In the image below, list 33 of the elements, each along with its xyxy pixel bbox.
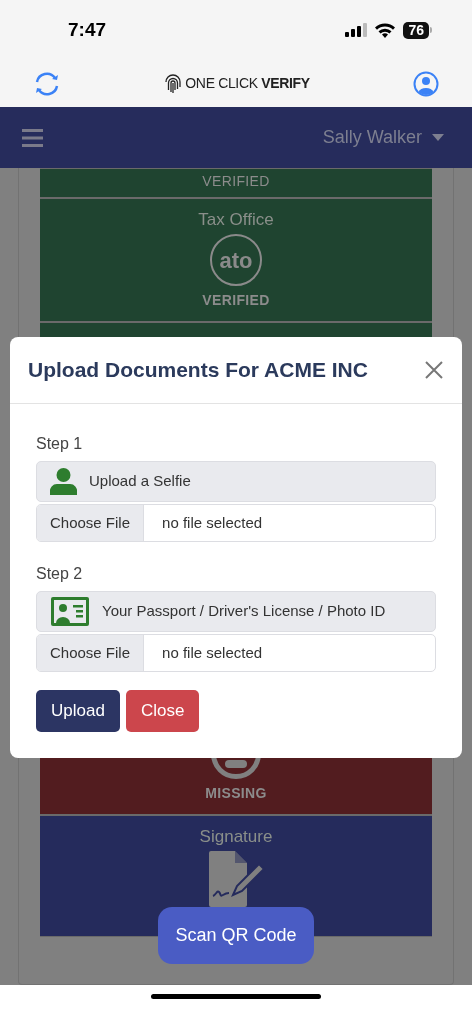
scan-qr-button[interactable]: Scan QR Code [158, 907, 314, 964]
choose-file-button[interactable]: Choose File [37, 505, 145, 541]
step-label: Step 1 [36, 434, 84, 454]
status-label: MISSING [205, 784, 267, 803]
file-status-text: no file selected [161, 512, 263, 533]
user-account-icon[interactable] [413, 70, 439, 97]
upload-prompt-text: Upload a Selfie [89, 471, 191, 492]
upload-prompt-text: Your Passport / Driver's License / Photo ID [102, 601, 386, 622]
caret-icon [432, 134, 444, 141]
ato-logo: ato [210, 234, 262, 286]
person-icon [50, 468, 77, 495]
close-icon[interactable] [424, 360, 444, 380]
card-title: Tax Office [198, 209, 274, 231]
battery-level: 76 [403, 21, 429, 39]
signal-icon [345, 23, 368, 37]
file-input[interactable]: Choose File no file selected [36, 634, 436, 672]
close-button[interactable]: Close [125, 690, 200, 732]
fingerprint-icon [164, 73, 183, 94]
modal-title: Upload Documents For ACME INC [28, 357, 368, 384]
card-title: Signature [199, 826, 273, 848]
status-label: VERIFIED [202, 291, 270, 310]
menu-icon[interactable] [22, 128, 43, 147]
file-status-text: no file selected [161, 642, 263, 663]
wifi-icon [375, 22, 396, 38]
id-card-icon [50, 596, 90, 627]
upload-button[interactable]: Upload [36, 690, 120, 732]
status-time: 7:47 [68, 17, 107, 42]
refresh-icon[interactable] [33, 69, 61, 98]
choose-file-button[interactable]: Choose File [37, 635, 145, 671]
status-label: VERIFIED [202, 172, 270, 191]
file-input[interactable]: Choose File no file selected [36, 504, 436, 542]
step-label: Step 2 [36, 564, 84, 584]
app-logo-text: ONE CLICK VERIFY [185, 74, 310, 93]
